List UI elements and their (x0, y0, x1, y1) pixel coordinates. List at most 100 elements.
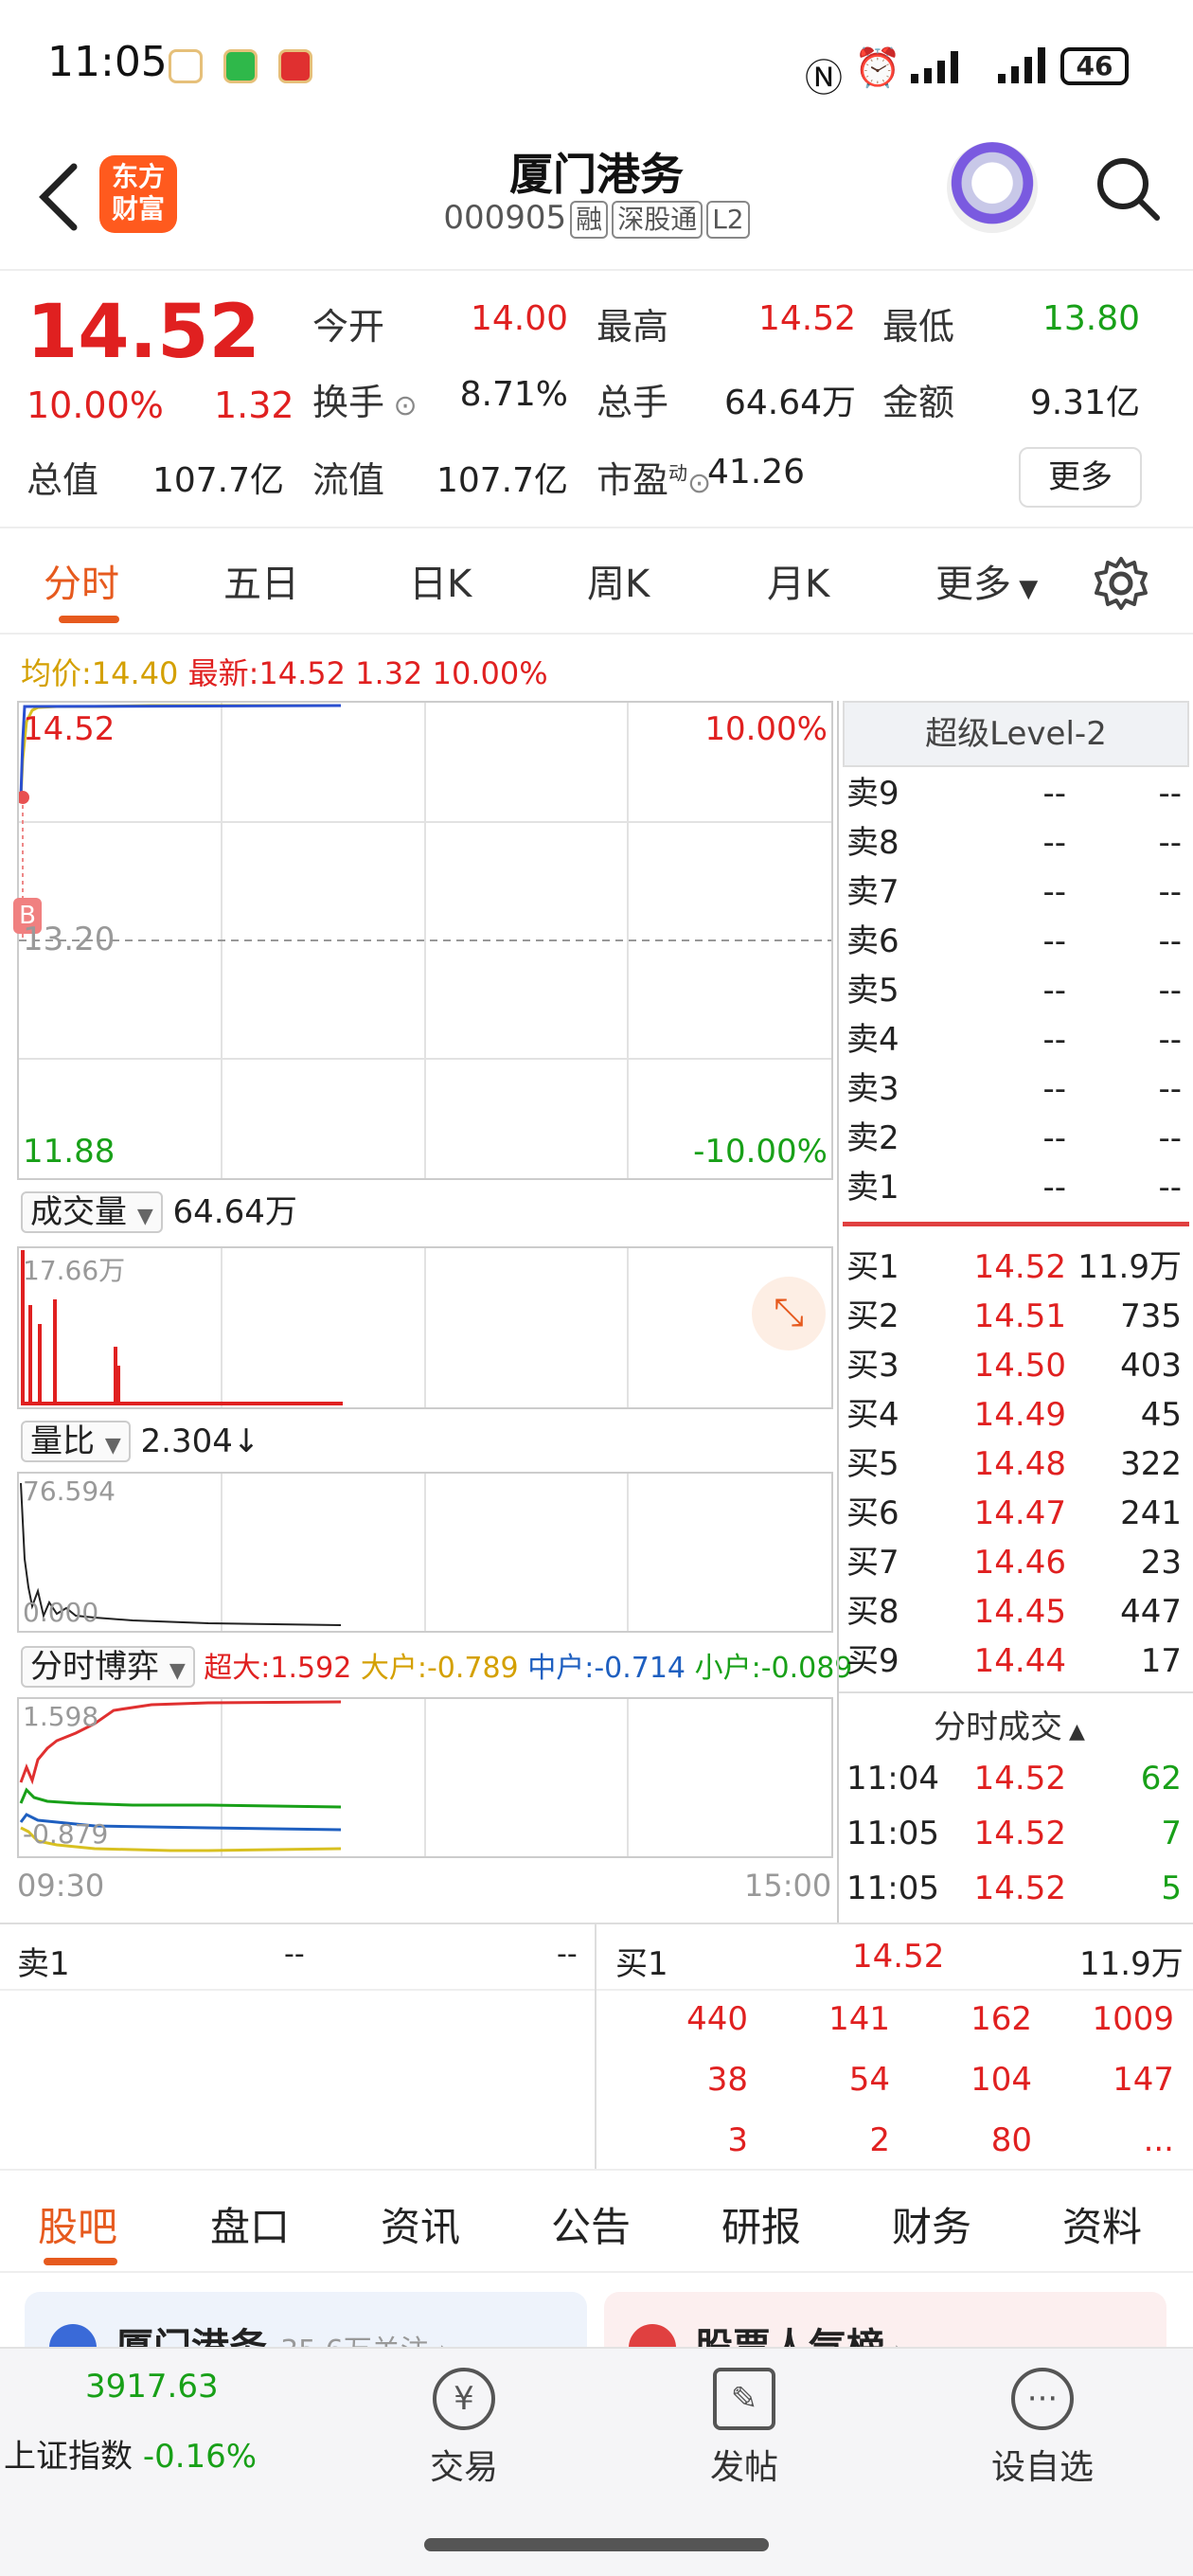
trade-price: 14.52 (973, 1760, 1066, 1798)
volume-ratio-chart[interactable]: 76.594 0.000 (17, 1472, 833, 1633)
home-indicator[interactable] (424, 2538, 769, 2551)
buy-order-row: 买4 14.49 45 (839, 1390, 1189, 1440)
buy-order-label: 买7 (846, 1544, 899, 1582)
add-watchlist-button[interactable]: ··· 设自选 (981, 2368, 1104, 2489)
tab-profile[interactable]: 资料 (1062, 2195, 1142, 2253)
dropdown-arrow-icon: ▼ (1011, 575, 1039, 603)
ratio-axis-min: 0.000 (23, 1597, 99, 1628)
amount-value: 9.31亿 (1029, 384, 1140, 422)
intraday-price-chart[interactable]: B 14.52 10.00% 13.20 11.88 -10.00% (13, 701, 833, 1180)
down-arrow-icon: ↓ (232, 1422, 260, 1460)
queue-order-size: 2 (869, 2121, 890, 2159)
search-icon[interactable] (1091, 152, 1163, 224)
sell-order-volume: -- (1158, 1021, 1182, 1059)
sell-order-volume: -- (1158, 873, 1182, 911)
sell-order-price: -- (1042, 1021, 1066, 1059)
pct-axis-top: 10.00% (704, 710, 828, 748)
tab-announcements[interactable]: 公告 (551, 2195, 631, 2253)
active-tab-indicator (59, 616, 119, 623)
buy-order-price: 14.52 (973, 1248, 1066, 1286)
buy-order-row: 买5 14.48 322 (839, 1440, 1189, 1489)
tab-monthly-k[interactable]: 月K (767, 553, 829, 608)
buy-order-row: 买1 14.52 11.9万 (839, 1243, 1189, 1292)
sell-order-price: -- (1042, 972, 1066, 1010)
period-tabs: 分时 五日 日K 周K 月K 更多 ▼ (0, 530, 1193, 635)
buy-order-volume: 241 (1120, 1494, 1182, 1532)
volume-value: 64.64万 (172, 1193, 297, 1231)
sell-order-volume: -- (1158, 1119, 1182, 1157)
queue-buy-vol: 11.9万 (1079, 1945, 1184, 1983)
content-tabs: 股吧 盘口 资讯 公告 研报 财务 资料 (0, 2169, 1193, 2273)
tab-finance[interactable]: 财务 (892, 2195, 971, 2253)
index-change: -0.16% (142, 2438, 258, 2476)
tab-weekly-k[interactable]: 周K (587, 553, 650, 608)
chat-notification-icon (223, 49, 258, 83)
buy-order-row: 买8 14.45 447 (839, 1587, 1189, 1637)
tab-news[interactable]: 资讯 (381, 2195, 460, 2253)
index-name: 上证指数 (4, 2438, 133, 2476)
ratio-value: 2.304 (140, 1422, 233, 1460)
sell-order-label: 卖5 (846, 972, 899, 1010)
queue-buy-price: 14.52 (852, 1938, 945, 1976)
change-percent: 10.00% (27, 385, 164, 426)
volume-indicator-dropdown[interactable]: 成交量 ▼ (21, 1191, 163, 1233)
tab-more[interactable]: 更多 ▼ (935, 553, 1038, 608)
tab-five-day[interactable]: 五日 (223, 553, 299, 608)
signal-icon (996, 45, 1053, 83)
sell-order-price: -- (1042, 922, 1066, 960)
buy-order-label: 买1 (846, 1248, 899, 1286)
more-button[interactable]: 更多 (1019, 447, 1142, 508)
sell-order-row: 卖2 -- -- (839, 1114, 1189, 1163)
queue-order-size: 3 (727, 2121, 748, 2159)
fund-flow-dropdown[interactable]: 分时博弈 ▼ (21, 1646, 195, 1688)
sell-order-row: 卖3 -- -- (839, 1064, 1189, 1114)
low-value: 13.80 (1042, 299, 1140, 338)
buy-order-price: 14.46 (973, 1544, 1066, 1582)
buy-order-label: 买9 (846, 1642, 899, 1680)
avg-price: 14.40 (91, 655, 179, 691)
volume-label: 总手 (596, 382, 669, 423)
buy-order-row: 买6 14.47 241 (839, 1489, 1189, 1538)
trade-row: 11:05 14.52 5 (839, 1864, 1189, 1913)
info-icon[interactable]: ⊙ (384, 389, 418, 422)
sell-order-price: -- (1042, 775, 1066, 813)
expand-icon[interactable]: ⤡ (752, 1277, 826, 1351)
buy-order-volume: 11.9万 (1077, 1248, 1182, 1286)
intraday-info-bar: 均价:14.40 最新:14.52 1.32 10.00% (21, 655, 548, 691)
level2-title[interactable]: 超级Level-2 (843, 701, 1189, 767)
robot-assistant-icon[interactable] (947, 142, 1038, 233)
large-value: -0.789 (426, 1652, 519, 1685)
tab-daily-k[interactable]: 日K (409, 553, 472, 608)
queue-order-size: 104 (970, 2061, 1032, 2099)
volume-chart[interactable]: 17.66万 ⤡ (17, 1246, 833, 1409)
sell-order-row: 卖1 -- -- (839, 1163, 1189, 1212)
open-label: 今开 (312, 306, 385, 348)
price-axis-mid: 13.20 (23, 921, 116, 958)
fund-flow-axis-min: -0.879 (23, 1818, 109, 1850)
sell-order-volume: -- (1158, 1169, 1182, 1207)
trade-button[interactable]: ¥ 交易 (407, 2368, 521, 2489)
mcap-label: 总值 (27, 459, 99, 501)
buy-order-volume: 735 (1120, 1297, 1182, 1335)
fund-flow-chart[interactable]: 1.598 -0.879 (17, 1697, 833, 1858)
tab-orderbook[interactable]: 盘口 (210, 2195, 290, 2253)
ratio-indicator-dropdown[interactable]: 量比 ▼ (21, 1421, 131, 1462)
nfc-icon: Ⓝ (805, 57, 843, 100)
tab-intraday[interactable]: 分时 (44, 553, 119, 608)
sell-order-row: 卖7 -- -- (839, 868, 1189, 917)
alarm-icon: ⏰ (854, 46, 901, 90)
buy-order-label: 买6 (846, 1494, 899, 1532)
status-bar: 11:05 Ⓝ ⏰ 46 (0, 0, 1193, 133)
index-ticker[interactable]: 3917.63 上证指数 -0.16% (0, 2349, 284, 2500)
fcap-label: 流值 (312, 459, 385, 501)
tab-forum[interactable]: 股吧 (38, 2195, 117, 2253)
buy-order-price: 14.49 (973, 1396, 1066, 1434)
tab-research[interactable]: 研报 (721, 2195, 801, 2253)
buy-order-row: 买7 14.46 23 (839, 1538, 1189, 1587)
settings-gear-icon[interactable] (1091, 553, 1151, 614)
buy-order-label: 买5 (846, 1445, 899, 1483)
last-price: 14.52 (27, 290, 260, 375)
trades-header[interactable]: 分时成交 ▲ (934, 1701, 1085, 1747)
buy-order-volume: 17 (1140, 1642, 1182, 1680)
post-button[interactable]: ✎ 发帖 (687, 2368, 801, 2489)
